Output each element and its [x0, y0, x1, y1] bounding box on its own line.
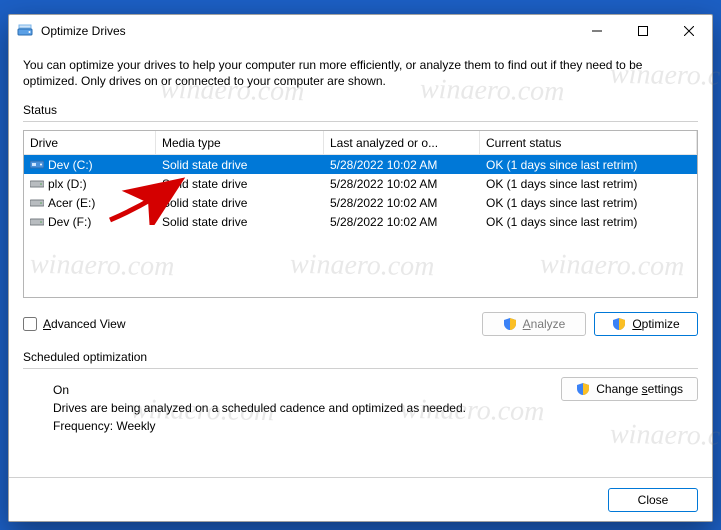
- col-status[interactable]: Current status: [480, 131, 697, 154]
- divider: [23, 368, 698, 369]
- optimize-drives-window: Optimize Drives You can optimize your dr…: [8, 14, 713, 522]
- drives-list[interactable]: Drive Media type Last analyzed or o... C…: [23, 130, 698, 298]
- drive-icon: [30, 216, 44, 227]
- scheduled-label: Scheduled optimization: [23, 350, 698, 364]
- minimize-button[interactable]: [574, 15, 620, 47]
- current-status: OK (1 days since last retrim): [480, 158, 697, 172]
- schedule-on: On: [53, 383, 466, 397]
- maximize-button[interactable]: [620, 15, 666, 47]
- media-type: Solid state drive: [156, 158, 324, 172]
- footer: Close: [9, 477, 712, 521]
- current-status: OK (1 days since last retrim): [480, 196, 697, 210]
- app-icon: [17, 23, 33, 39]
- change-settings-button[interactable]: Change settings: [561, 377, 698, 401]
- shield-icon: [503, 317, 517, 331]
- window-controls: [574, 15, 712, 47]
- col-last[interactable]: Last analyzed or o...: [324, 131, 480, 154]
- advanced-view-checkbox[interactable]: Advanced View: [23, 317, 126, 331]
- optimize-button[interactable]: Optimize: [594, 312, 698, 336]
- drive-icon: [30, 159, 44, 170]
- close-button[interactable]: Close: [608, 488, 698, 512]
- drive-name: Dev (C:): [48, 158, 93, 172]
- col-drive[interactable]: Drive: [24, 131, 156, 154]
- last-analyzed: 5/28/2022 10:02 AM: [324, 215, 480, 229]
- table-row[interactable]: Dev (C:) Solid state drive5/28/2022 10:02…: [24, 155, 697, 174]
- drive-name: Dev (F:): [48, 215, 91, 229]
- col-media[interactable]: Media type: [156, 131, 324, 154]
- table-row[interactable]: Dev (F:) Solid state drive5/28/2022 10:02…: [24, 212, 697, 231]
- table-row[interactable]: plx (D:) Solid state drive5/28/2022 10:02…: [24, 174, 697, 193]
- close-window-button[interactable]: [666, 15, 712, 47]
- description-text: You can optimize your drives to help you…: [23, 57, 698, 89]
- drive-icon: [30, 197, 44, 208]
- last-analyzed: 5/28/2022 10:02 AM: [324, 177, 480, 191]
- schedule-frequency: Frequency: Weekly: [53, 419, 466, 433]
- list-header[interactable]: Drive Media type Last analyzed or o... C…: [24, 131, 697, 155]
- media-type: Solid state drive: [156, 196, 324, 210]
- last-analyzed: 5/28/2022 10:02 AM: [324, 158, 480, 172]
- analyze-button[interactable]: Analyze: [482, 312, 586, 336]
- shield-icon: [576, 382, 590, 396]
- media-type: Solid state drive: [156, 177, 324, 191]
- drive-name: Acer (E:): [48, 196, 95, 210]
- media-type: Solid state drive: [156, 215, 324, 229]
- current-status: OK (1 days since last retrim): [480, 177, 697, 191]
- drive-name: plx (D:): [48, 177, 87, 191]
- schedule-desc: Drives are being analyzed on a scheduled…: [53, 401, 466, 415]
- shield-icon: [612, 317, 626, 331]
- advanced-view-input[interactable]: [23, 317, 37, 331]
- titlebar: Optimize Drives: [9, 15, 712, 47]
- drive-icon: [30, 178, 44, 189]
- status-label: Status: [23, 103, 698, 117]
- last-analyzed: 5/28/2022 10:02 AM: [324, 196, 480, 210]
- window-title: Optimize Drives: [41, 24, 574, 38]
- current-status: OK (1 days since last retrim): [480, 215, 697, 229]
- divider: [23, 121, 698, 122]
- table-row[interactable]: Acer (E:) Solid state drive5/28/2022 10:0…: [24, 193, 697, 212]
